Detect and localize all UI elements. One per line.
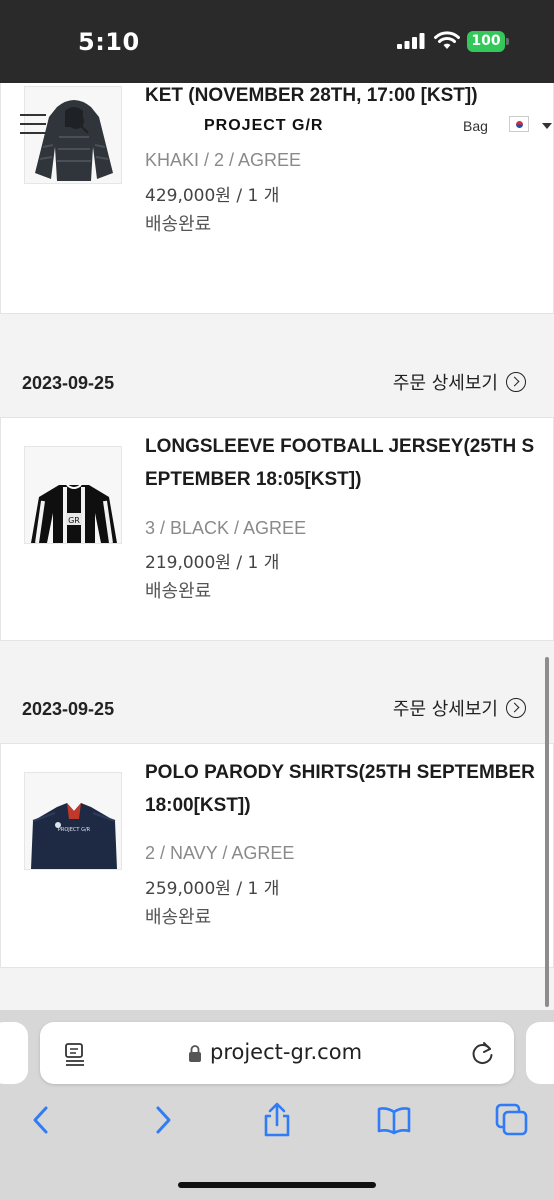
page-menu-icon[interactable] (64, 1042, 86, 1066)
delivery-status: 배송완료 (145, 214, 212, 235)
chevron-right-circle-icon[interactable] (506, 372, 526, 392)
bookmarks-icon[interactable] (376, 1102, 412, 1138)
order-date: 2023-09-25 (22, 373, 115, 393)
battery-icon: 100 (467, 31, 509, 52)
polo-shirt-image: PROJECT G/R (25, 773, 121, 869)
hamburger-menu-icon[interactable] (20, 114, 46, 134)
site-logo[interactable]: PROJECT G/R (204, 117, 323, 135)
order-detail-label[interactable]: 주문 상세보기 (393, 369, 498, 395)
bag-link[interactable]: Bag (463, 118, 488, 134)
order-detail-link[interactable]: 주문 상세보기 (393, 695, 526, 721)
cellular-signal-icon (397, 33, 425, 49)
address-bar[interactable]: project-gr.com (40, 1022, 514, 1084)
reload-icon[interactable] (471, 1040, 495, 1066)
korea-flag-icon[interactable] (509, 116, 529, 132)
battery-level: 100 (467, 31, 505, 52)
lock-icon (189, 1045, 201, 1062)
delivery-status: 배송완료 (145, 907, 212, 928)
product-price: 429,000원 / 1 개 (145, 186, 280, 206)
product-price: 219,000원 / 1 개 (145, 553, 280, 573)
search-icon[interactable] (66, 111, 90, 135)
product-option: 3 / BLACK / AGREE (145, 518, 307, 538)
product-option: 2 / NAVY / AGREE (145, 843, 295, 863)
product-title[interactable]: LONGSLEEVE FOOTBALL JERSEY(25TH SEPTEMBE… (145, 430, 537, 496)
tabs-icon[interactable] (494, 1102, 530, 1138)
product-title[interactable]: POLO PARODY SHIRTS(25TH SEPTEMBER 18:00[… (145, 756, 537, 822)
home-indicator (178, 1182, 376, 1188)
status-time: 5:10 (78, 28, 140, 56)
product-price: 259,000원 / 1 개 (145, 879, 280, 899)
football-jersey-image: GR (25, 447, 121, 543)
site-header: PROJECT G/R Bag (0, 83, 554, 163)
caret-down-icon[interactable] (542, 123, 552, 129)
forward-icon[interactable] (144, 1102, 180, 1138)
order-history: UNBALANCED REWORKED BOMBER JACKET (NOVEM… (0, 83, 554, 1010)
product-thumbnail[interactable]: PROJECT G/R (24, 772, 122, 870)
order-date: 2023-09-25 (22, 699, 115, 719)
next-tab-pill[interactable] (526, 1022, 554, 1084)
back-icon[interactable] (24, 1102, 60, 1138)
previous-tab-pill[interactable] (0, 1022, 28, 1084)
chevron-right-circle-icon[interactable] (506, 698, 526, 718)
order-detail-label[interactable]: 주문 상세보기 (393, 695, 498, 721)
order-date-row: 2023-09-25 주문 상세보기 (0, 677, 554, 737)
order-detail-link[interactable]: 주문 상세보기 (393, 369, 526, 395)
order-date-row: 2023-09-25 주문 상세보기 (0, 351, 554, 411)
svg-text:GR: GR (68, 516, 80, 525)
delivery-status: 배송완료 (145, 581, 212, 602)
scrollbar[interactable] (545, 657, 549, 1007)
share-icon[interactable] (259, 1102, 295, 1138)
browser-toolbar: project-gr.com (0, 1010, 554, 1200)
product-thumbnail[interactable]: GR (24, 446, 122, 544)
wifi-icon (434, 31, 460, 49)
svg-text:PROJECT G/R: PROJECT G/R (58, 827, 91, 833)
order-item-card[interactable]: GR LONGSLEEVE FOOTBALL JERSEY(25TH SEPTE… (0, 417, 554, 641)
status-bar: 5:10 100 (0, 0, 554, 83)
url-text[interactable]: project-gr.com (210, 1040, 362, 1064)
order-item-card[interactable]: PROJECT G/R POLO PARODY SHIRTS(25TH SEPT… (0, 743, 554, 968)
